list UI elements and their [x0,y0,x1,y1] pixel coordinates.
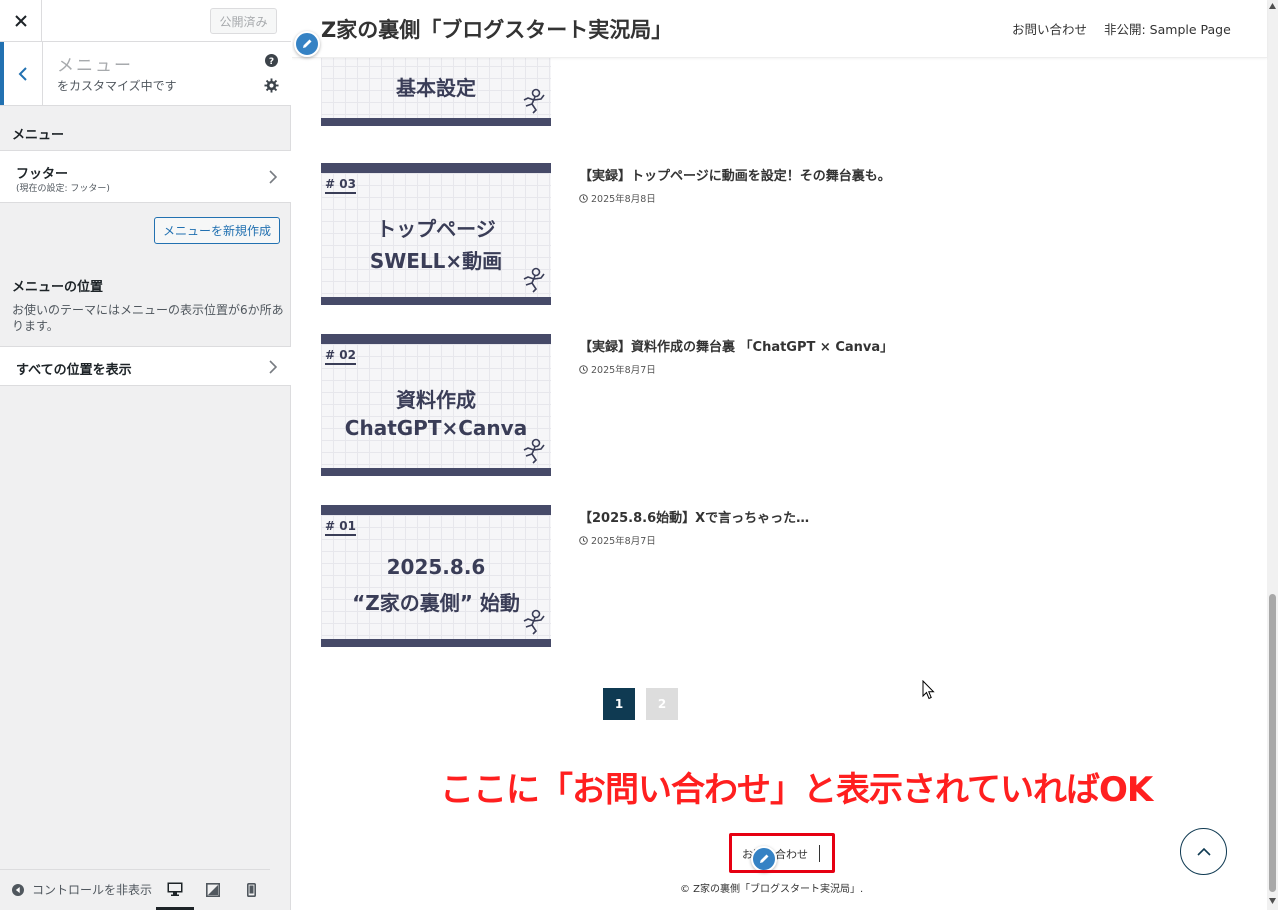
pagination-page-2[interactable]: 2 [646,688,678,720]
collapse-arrow-icon [12,883,24,896]
scroll-up-arrow-icon[interactable] [1269,3,1276,9]
runner-figure-icon [523,267,545,293]
preview-desktop-button[interactable] [156,870,194,910]
gear-icon[interactable] [264,78,279,93]
menu-item-current-location: (現在の設定: フッター) [16,184,110,194]
menu-item-label: フッター [16,167,69,182]
thumbnail-text: 2025.8.6 [386,555,486,579]
runner-figure-icon [523,88,545,114]
create-new-menu-button[interactable]: メニューを新規作成 [154,217,280,244]
hide-controls-label: コントロールを非表示 [31,883,152,897]
mouse-cursor-icon [922,680,935,700]
clock-icon [579,535,588,545]
svg-text:?: ? [269,57,274,67]
section-title: メニュー [57,56,133,76]
site-preview: Z家の裏側「ブログスタート実況局」 お問い合わせ 非公開: Sample Pag… [292,0,1278,910]
annotation-highlight-box [729,833,835,873]
thumbnail-text: 基本設定 [396,76,476,100]
post-title[interactable]: 【実録】トップページに動画を設定！その舞台裏も。 [579,165,891,184]
help-icon[interactable]: ? [265,54,278,67]
close-customizer-button[interactable] [0,0,42,42]
post-thumbnail[interactable]: # 03 トップページ SWELL×動画 [321,163,551,305]
annotation-callout: ここに「お問い合わせ」と表示されていればOK [440,770,1153,810]
tablet-icon [206,883,220,897]
nav-item-contact[interactable]: お問い合わせ [1012,19,1087,38]
post-number-badge: # 03 [325,177,356,194]
preview-scrollbar[interactable] [1267,0,1278,910]
back-to-top-button[interactable] [1180,828,1227,875]
clock-icon [579,364,588,374]
preview-tablet-button[interactable] [194,870,232,910]
post-date: 2025年8月7日 [579,362,656,376]
runner-figure-icon [523,609,545,635]
menus-heading: メニュー [12,128,65,143]
edit-shortcut-header[interactable] [294,31,320,57]
copyright-text: © Z家の裏側「ブログスタート実況局」. [680,884,864,895]
post-number-badge: # 01 [325,519,356,536]
thumbnail-text: SWELL×動画 [369,249,503,273]
nav-item-sample-page[interactable]: 非公開: Sample Page [1104,19,1231,38]
thumbnail-text: “Z家の裏側” 始動 [352,591,520,615]
menu-locations-description: お使いのテーマにはメニューの表示位置が6か所あります。 [12,303,284,333]
chevron-right-icon [269,360,277,374]
runner-figure-icon [523,438,545,464]
clock-icon [579,193,588,203]
post-thumbnail[interactable]: # 02 資料作成 ChatGPT×Canva [321,334,551,476]
panel-top-bar: 公開済み [0,0,291,42]
pencil-icon [303,39,312,48]
menu-item-footer[interactable]: フッター (現在の設定: フッター) [0,150,291,203]
menu-locations-heading: メニューの位置 [12,280,104,295]
site-title[interactable]: Z家の裏側「ブログスタート実況局」 [321,14,672,44]
post-date: 2025年8月7日 [579,533,656,547]
post-date-text: 2025年8月7日 [591,365,656,376]
chevron-left-icon [18,66,27,81]
hide-controls-button[interactable]: コントロールを非表示 [12,881,152,898]
scrollbar-thumb[interactable] [1269,594,1276,892]
thumbnail-text: トップページ [376,217,496,241]
close-icon [14,15,27,27]
show-all-locations-label: すべての位置を表示 [16,363,132,378]
post-title[interactable]: 【2025.8.6始動】Xで言っちゃった… [579,507,809,526]
back-button[interactable] [0,42,43,105]
post-thumbnail[interactable]: # 01 2025.8.6 “Z家の裏側” 始動 [321,505,551,647]
site-header: Z家の裏側「ブログスタート実況局」 お問い合わせ 非公開: Sample Pag… [292,0,1267,58]
mobile-icon [246,883,256,897]
preview-mobile-button[interactable] [232,870,270,910]
thumbnail-text: 資料作成 [396,388,476,412]
post-date: 2025年8月8日 [579,191,656,205]
chevron-right-icon [269,170,277,184]
post-title[interactable]: 【実録】資料作成の舞台裏 「ChatGPT × Canva」 [579,336,893,355]
pagination-page-1[interactable]: 1 [603,688,635,720]
customizer-panel: 公開済み メニュー をカスタマイズ中です ? メニュー フッター (現在の設定:… [0,0,291,910]
panel-footer: コントロールを非表示 [0,869,270,910]
section-header: メニュー をカスタマイズ中です ? [0,42,291,106]
chevron-up-icon [1196,847,1211,856]
section-subtitle: をカスタマイズ中です [57,79,177,93]
thumbnail-text: ChatGPT×Canva [344,416,528,440]
scroll-down-arrow-icon[interactable] [1269,898,1276,904]
desktop-icon [167,882,183,896]
post-number-badge: # 02 [325,348,356,365]
show-all-locations-item[interactable]: すべての位置を表示 [0,346,291,386]
post-date-text: 2025年8月8日 [591,194,656,205]
post-date-text: 2025年8月7日 [591,536,656,547]
publish-button[interactable]: 公開済み [210,8,277,34]
